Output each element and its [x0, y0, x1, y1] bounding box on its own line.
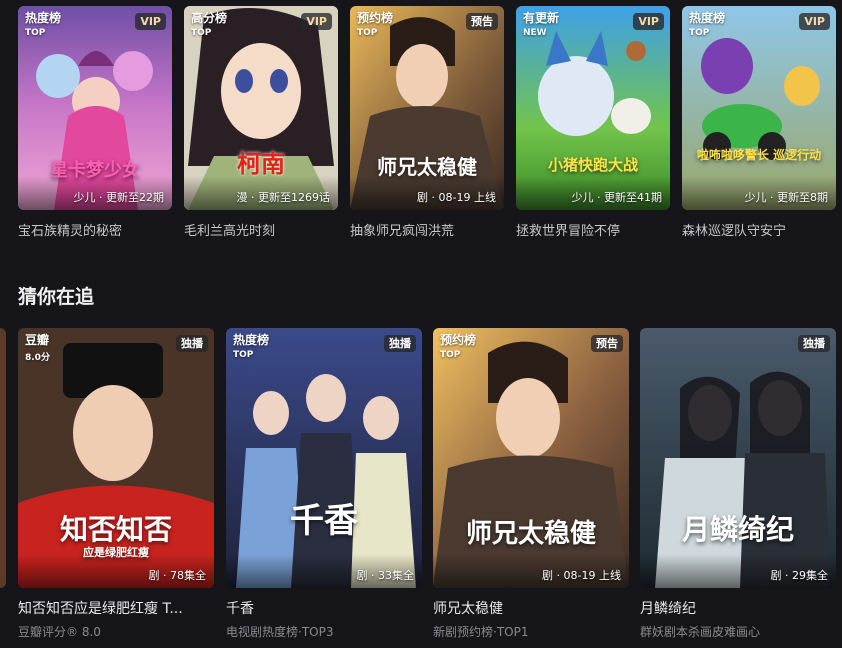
rank-sub-label: TOP [25, 28, 46, 38]
exclusive-badge: 独播 [384, 335, 416, 352]
poster[interactable] [0, 328, 6, 588]
rank-sub-label: TOP [357, 28, 378, 38]
video-card[interactable]: 小猪快跑大战 有更新 NEW VIP 少儿 · 更新至41期 拯救世界冒险不停 [516, 6, 670, 240]
rank-label: 热度榜 [689, 11, 726, 25]
poster-logo: 小猪快跑大战 [547, 156, 638, 174]
card-caption[interactable]: 拯救世界冒险不停 [516, 220, 620, 239]
video-card[interactable]: 知否知否 应是绿肥红瘦 豆瓣 8.0分 独播 剧 · 78集全 知否知否应是绿肥… [18, 328, 214, 644]
rank-sub-label: TOP [440, 350, 461, 360]
exclusive-badge: 独播 [798, 335, 830, 352]
card-subtitle: 新剧预约榜·TOP1 [433, 625, 529, 639]
rank-label: 预约榜 [440, 333, 477, 347]
card-subtitle: 豆瓣评分® 8.0 [18, 625, 101, 639]
update-status: 少儿 · 更新至8期 [744, 191, 829, 204]
card-title[interactable]: 月鳞绮纪 [640, 598, 836, 618]
card-title[interactable]: 知否知否应是绿肥红瘦 T... [18, 598, 214, 618]
poster-logo: 啦咘啦哆警长 巡逻行动 [696, 148, 822, 162]
vip-badge: VIP [301, 13, 332, 30]
video-card[interactable]: 千香 热度榜 TOP 独播 剧 · 33集全 千香 电视剧热度榜·TOP3 [226, 328, 422, 644]
rank-label: 热度榜 [233, 333, 270, 347]
poster[interactable]: 柯南 高分榜 TOP VIP 漫 · 更新至1269话 [184, 6, 338, 210]
episode-status: 剧 · 33集全 [356, 569, 415, 582]
vip-badge: VIP [135, 13, 166, 30]
poster-logo: 知否知否 [59, 513, 172, 546]
rank-sub-label: 8.0分 [25, 353, 50, 363]
card-subtitle: 电视剧热度榜·TOP3 [226, 625, 334, 639]
rank-label: 豆瓣 [25, 333, 50, 347]
rank-label: 有更新 [523, 11, 560, 25]
card-caption[interactable]: 抽象师兄疯闯洪荒 [350, 220, 454, 239]
episode-status: 剧 · 78集全 [148, 569, 207, 582]
poster-art [640, 328, 836, 588]
video-card[interactable]: 星卡梦少女 热度榜 TOP VIP 少儿 · 更新至22期 宝石族精灵的秘密 [18, 6, 172, 240]
rank-label: 高分榜 [191, 11, 228, 25]
poster-logo: 柯南 [237, 149, 285, 178]
card-subtitle: 群妖剧本杀画皮难画心 [640, 625, 761, 639]
update-status: 剧 · 08-19 上线 [417, 191, 496, 204]
episode-status: 剧 · 29集全 [770, 569, 829, 582]
poster[interactable]: 小猪快跑大战 有更新 NEW VIP 少儿 · 更新至41期 [516, 6, 670, 210]
poster[interactable]: 千香 热度榜 TOP 独播 剧 · 33集全 [226, 328, 422, 588]
poster-logo: 月鳞绮纪 [681, 513, 794, 546]
poster-logo: 千香 [290, 501, 358, 541]
poster-art [226, 328, 422, 588]
poster-logo: 师兄太稳健 [465, 519, 596, 549]
poster[interactable]: 师兄太稳健 预约榜 TOP 预告 剧 · 08-19 上线 [433, 328, 629, 588]
update-status: 少儿 · 更新至41期 [571, 191, 663, 204]
card-caption[interactable]: 宝石族精灵的秘密 [18, 220, 122, 239]
vip-badge: VIP [633, 13, 664, 30]
rank-sub-label: TOP [689, 28, 710, 38]
update-status: 漫 · 更新至1269话 [236, 191, 330, 204]
poster[interactable]: 知否知否 应是绿肥红瘦 豆瓣 8.0分 独播 剧 · 78集全 [18, 328, 214, 588]
video-card[interactable]: 师兄太稳健 预约榜 TOP 预告 剧 · 08-19 上线 抽象师兄疯闯洪荒 [350, 6, 504, 240]
rank-label: 热度榜 [25, 11, 62, 25]
card-title[interactable]: 千香 [226, 598, 422, 618]
poster[interactable]: 啦咘啦哆警长 巡逻行动 热度榜 TOP VIP 少儿 · 更新至8期 [682, 6, 836, 210]
rank-sub-label: TOP [233, 350, 254, 360]
video-card[interactable]: 师兄太稳健 预约榜 TOP 预告 剧 · 08-19 上线 师兄太稳健 新剧预约… [433, 328, 629, 644]
poster[interactable]: 星卡梦少女 热度榜 TOP VIP 少儿 · 更新至22期 [18, 6, 172, 210]
poster[interactable]: 月鳞绮纪 独播 剧 · 29集全 [640, 328, 836, 588]
rank-sub-label: TOP [191, 28, 212, 38]
video-card[interactable]: 啦咘啦哆警长 巡逻行动 热度榜 TOP VIP 少儿 · 更新至8期 森林巡逻队… [682, 6, 836, 240]
preview-badge: 预告 [591, 335, 623, 352]
update-status: 少儿 · 更新至22期 [73, 191, 165, 204]
video-card[interactable]: 柯南 高分榜 TOP VIP 漫 · 更新至1269话 毛利兰高光时刻 [184, 6, 338, 240]
poster[interactable]: 师兄太稳健 预约榜 TOP 预告 剧 · 08-19 上线 [350, 6, 504, 210]
card-caption[interactable]: 森林巡逻队守安宁 [682, 220, 786, 239]
partial-card[interactable] [0, 328, 6, 588]
video-card[interactable]: 月鳞绮纪 独播 剧 · 29集全 月鳞绮纪 群妖剧本杀画皮难画心 [640, 328, 836, 644]
rank-label: 预约榜 [357, 11, 394, 25]
section-title[interactable]: 猜你在追 [18, 282, 94, 309]
preview-badge: 预告 [466, 13, 498, 30]
exclusive-badge: 独播 [176, 335, 208, 352]
rank-sub-label: NEW [523, 28, 547, 38]
card-title[interactable]: 师兄太稳健 [433, 598, 629, 618]
vip-badge: VIP [799, 13, 830, 30]
episode-status: 剧 · 08-19 上线 [542, 569, 621, 582]
card-caption[interactable]: 毛利兰高光时刻 [184, 220, 275, 239]
